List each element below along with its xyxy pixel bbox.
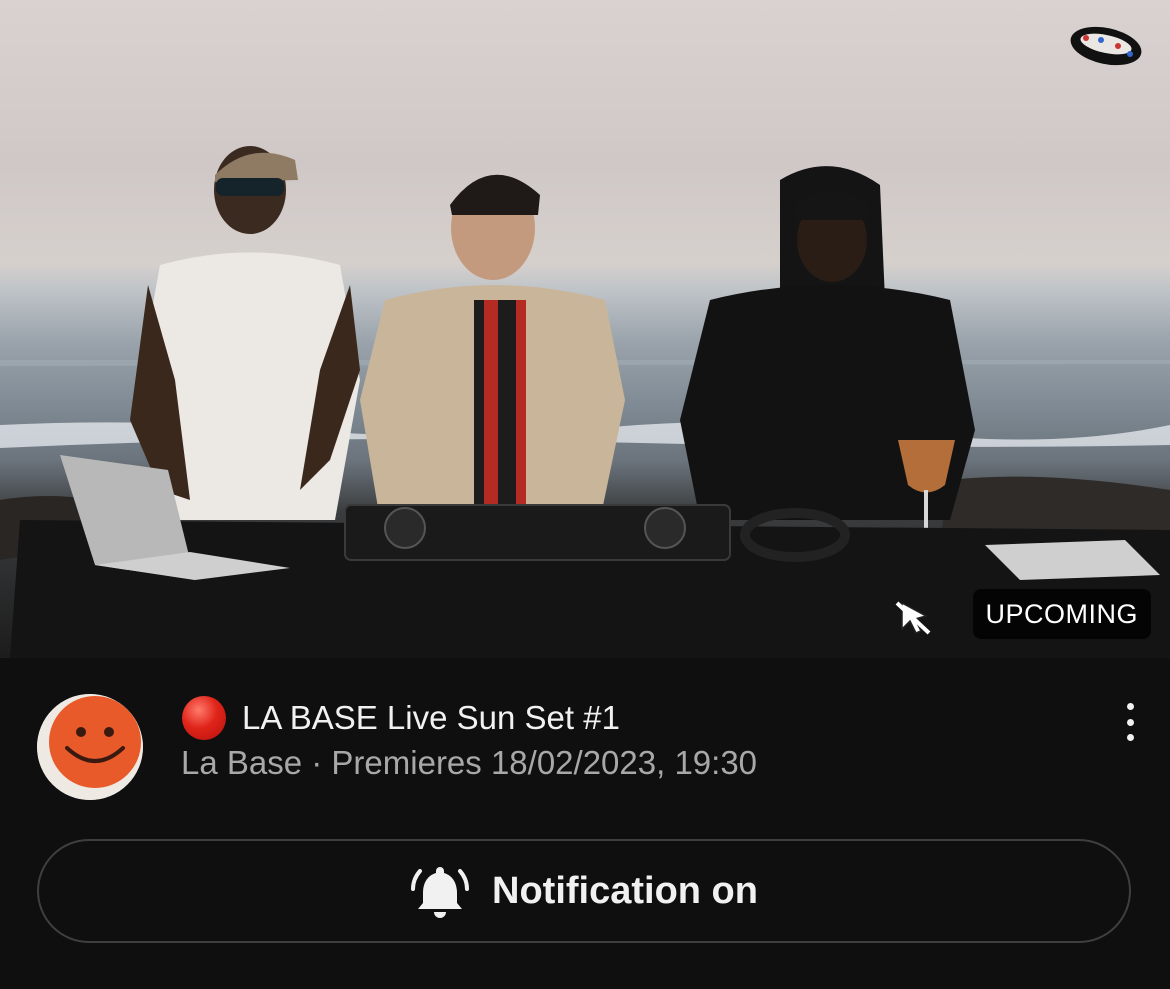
- video-subtitle: La Base · Premieres 18/02/2023, 19:30: [181, 744, 758, 781]
- no-pointer-icon: [895, 601, 931, 635]
- video-title-row[interactable]: LA BASE Live Sun Set #1: [182, 696, 620, 740]
- video-thumbnail[interactable]: UPCOMING: [0, 0, 1170, 658]
- smiley-face-avatar-icon: [37, 694, 143, 800]
- notification-label: Notification on: [492, 869, 758, 912]
- channel-avatar[interactable]: [37, 694, 143, 800]
- video-meta: LA BASE Live Sun Set #1 La Base · Premie…: [0, 658, 1170, 828]
- upcoming-badge: UPCOMING: [972, 589, 1151, 639]
- thumbnail-scene: [0, 146, 1170, 658]
- more-vertical-icon[interactable]: [1110, 700, 1150, 744]
- video-title: LA BASE Live Sun Set #1: [242, 699, 620, 736]
- notification-on-button[interactable]: Notification on: [37, 839, 1131, 943]
- channel-watermark-icon: [1070, 26, 1142, 66]
- red-circle-icon: [182, 696, 226, 740]
- bell-ringing-icon: [411, 867, 470, 918]
